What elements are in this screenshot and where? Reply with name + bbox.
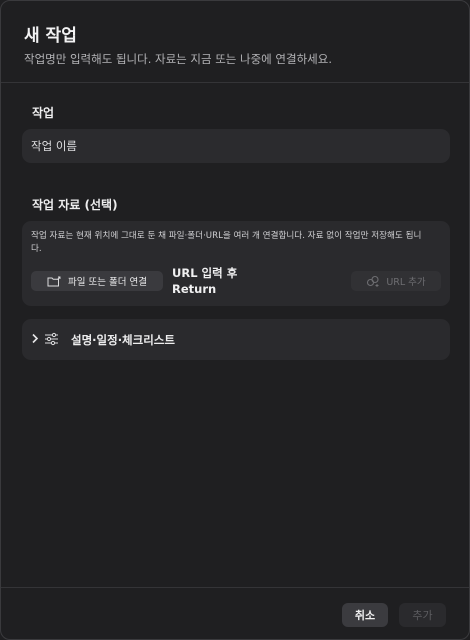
sliders-icon [45, 332, 58, 346]
resources-card: 작업 자료는 현재 위치에 그대로 둔 채 파일·폴더·URL을 여러 개 연결… [22, 221, 450, 306]
add-button[interactable]: 추가 [399, 603, 446, 627]
dialog-subtitle: 작업명만 입력해도 됩니다. 자료는 지금 또는 나중에 연결하세요. [24, 52, 332, 66]
details-disclosure[interactable]: 설명·일정·체크리스트 [22, 319, 450, 360]
chevron-right-icon [32, 333, 39, 344]
new-task-dialog: 새 작업 작업명만 입력해도 됩니다. 자료는 지금 또는 나중에 연결하세요.… [0, 0, 470, 640]
dialog-footer: 취소 추가 [1, 587, 469, 639]
resources-section-label: 작업 자료 (선택) [32, 198, 118, 212]
dialog-header: 새 작업 작업명만 입력해도 됩니다. 자료는 지금 또는 나중에 연결하세요. [1, 1, 469, 83]
url-hint-line2: Return [172, 282, 217, 296]
url-input-hint: URL 입력 후 Return [172, 265, 237, 297]
add-url-button[interactable]: URL 추가 [351, 271, 441, 291]
cancel-button[interactable]: 취소 [342, 603, 388, 627]
url-hint-line1: URL 입력 후 [172, 266, 238, 280]
link-file-folder-label: 파일 또는 폴더 연결 [68, 277, 147, 288]
task-section-label: 작업 [32, 106, 55, 120]
details-label: 설명·일정·체크리스트 [71, 333, 175, 347]
dialog-title: 새 작업 [24, 26, 77, 46]
add-url-label: URL 추가 [386, 277, 426, 288]
link-file-folder-button[interactable]: 파일 또는 폴더 연결 [31, 271, 163, 291]
resources-description: 작업 자료는 현재 위치에 그대로 둔 채 파일·폴더·URL을 여러 개 연결… [31, 231, 422, 254]
task-name-input[interactable] [22, 129, 450, 163]
folder-link-icon [47, 276, 61, 286]
link-icon [367, 275, 379, 287]
